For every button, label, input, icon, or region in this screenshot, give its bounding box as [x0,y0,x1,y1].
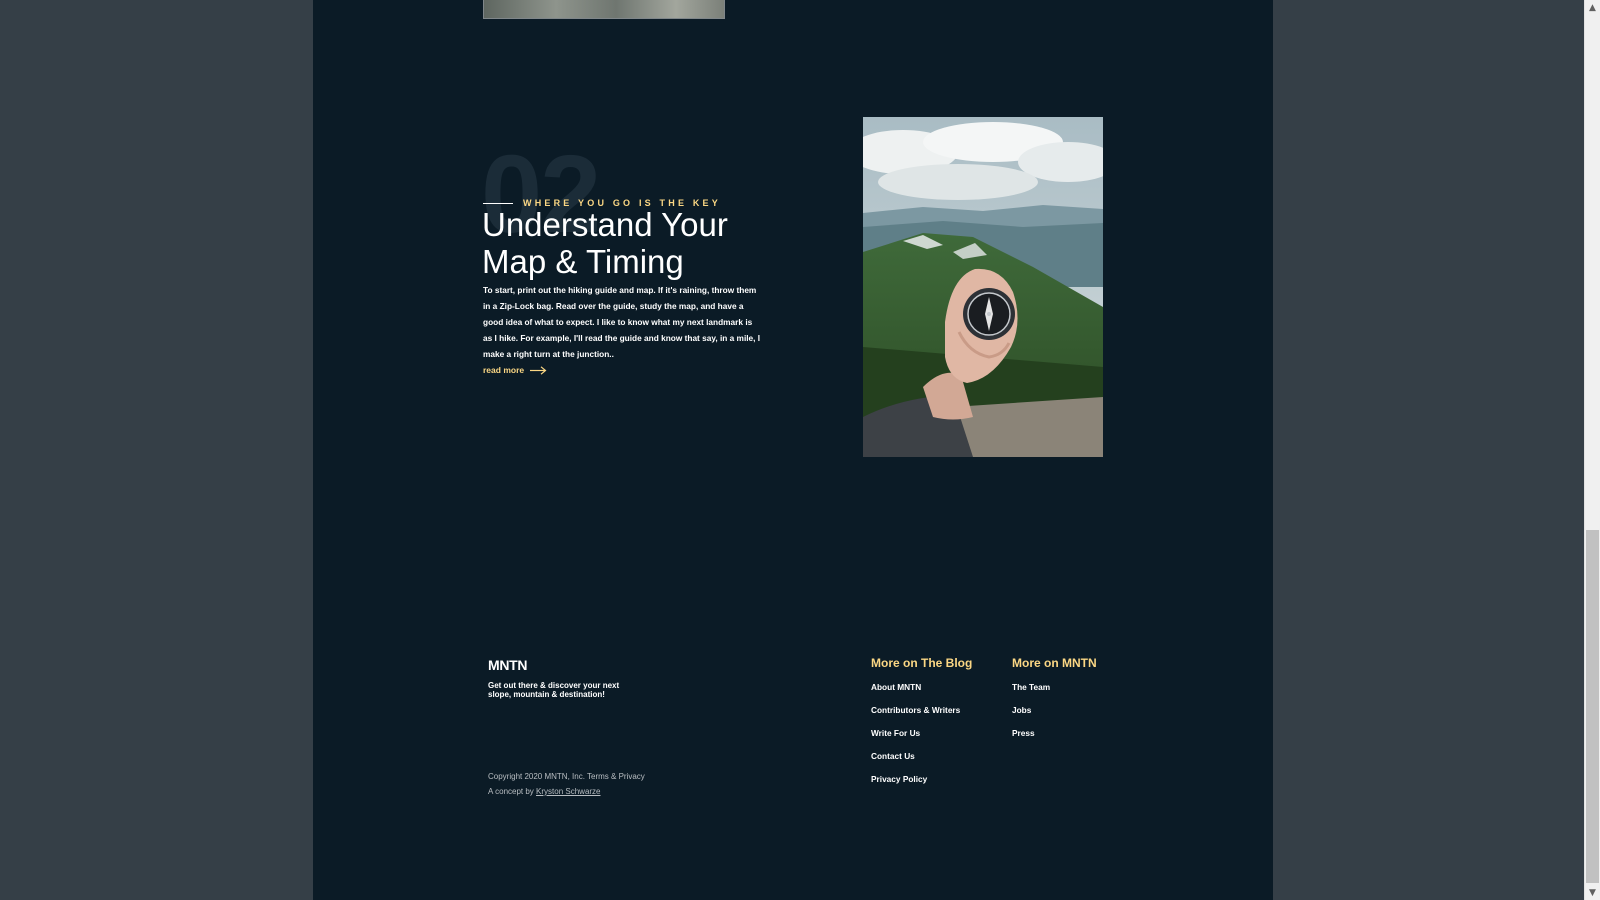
eyebrow-rule [483,202,513,204]
footer-mntn-heading: More on MNTN [1012,656,1097,670]
footer-link-contact[interactable]: Contact Us [871,751,972,774]
read-more-label: read more [483,365,525,375]
footer-link-privacy[interactable]: Privacy Policy [871,774,972,797]
section-title: Understand Your Map & Timing [482,206,728,280]
concept-author-link[interactable]: Kryston Schwarze [536,787,600,796]
footer-blog-heading: More on The Blog [871,656,973,670]
footer-column-blog: More on The Blog About MNTN Contributors… [871,656,972,797]
compass-mountain-photo [863,117,1103,457]
previous-section-image [483,0,725,19]
footer-tagline: Get out there & discover your next slope… [488,681,620,699]
footer-link-press[interactable]: Press [1012,728,1097,751]
vertical-scrollbar[interactable]: ▲ ▼ [1584,0,1600,900]
scroll-down-icon[interactable]: ▼ [1585,885,1600,900]
footer-column-mntn: More on MNTN The Team Jobs Press [1012,656,1097,751]
compass-mountain-illustration [863,117,1103,457]
section-body: To start, print out the hiking guide and… [483,285,761,359]
footer-logo[interactable]: MNTN [488,657,528,673]
concept-prefix: A concept by [488,787,537,796]
footer-link-about[interactable]: About MNTN [871,682,972,705]
footer-link-team[interactable]: The Team [1012,682,1097,705]
scrollbar-thumb[interactable] [1586,530,1599,883]
footer-link-write-for-us[interactable]: Write For Us [871,728,972,751]
arrow-right-icon [530,365,547,375]
concept-credit: A concept by Kryston Schwarze [488,787,601,796]
page-content: 02 WHERE YOU GO IS THE KEY Understand Yo… [313,0,1273,900]
read-more-link[interactable]: read more [483,365,547,375]
copyright-text: Copyright 2020 MNTN, Inc. Terms & Privac… [488,772,645,781]
footer-link-jobs[interactable]: Jobs [1012,705,1097,728]
footer-link-contributors[interactable]: Contributors & Writers [871,705,972,728]
scroll-up-icon[interactable]: ▲ [1585,0,1600,15]
